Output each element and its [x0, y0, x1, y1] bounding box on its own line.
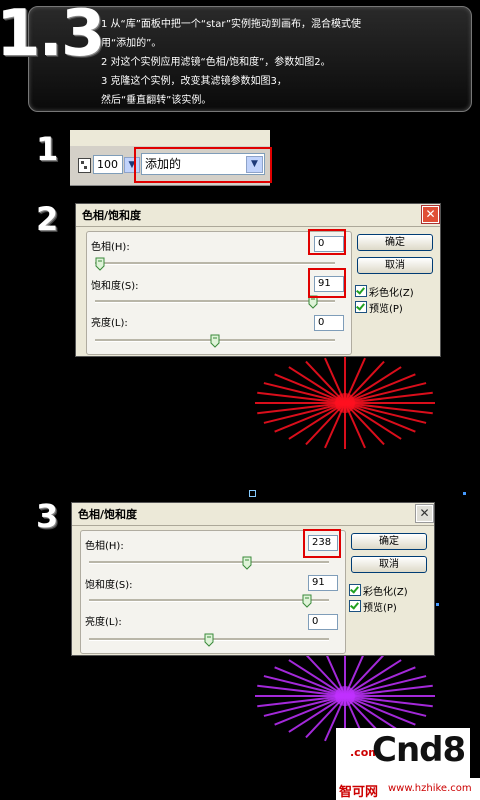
opacity-icon	[78, 158, 91, 173]
instruction-line-1: 1 从“库”面板中把一个“star”实例拖动到画布，混合模式使	[101, 19, 362, 30]
preview-label: 预览(P)	[363, 603, 397, 614]
colorize-label: 彩色化(Z)	[369, 288, 414, 299]
hue-label: 色相(H):	[85, 541, 124, 552]
hue-saturation-dialog: 色相/饱和度 ✕ 色相(H): 饱和度(S): 亮度(L): 0 91 0 确定…	[75, 203, 441, 357]
opacity-input[interactable]: 100	[93, 155, 123, 174]
lightness-label: 亮度(L):	[91, 318, 128, 329]
ok-button[interactable]: 确定	[351, 533, 427, 550]
section-number: 1.3	[0, 0, 105, 71]
hue-slider-track[interactable]	[95, 262, 335, 265]
red-star-burst	[255, 357, 435, 449]
colorize-checkbox[interactable]: 彩色化(Z)	[355, 284, 414, 299]
saturation-value-input[interactable]: 91	[308, 575, 338, 591]
hue-slider-thumb[interactable]	[242, 555, 252, 570]
preview-checkbox[interactable]: 预览(P)	[355, 300, 403, 315]
site-name: 智可网	[339, 785, 379, 800]
close-icon[interactable]: ✕	[422, 206, 439, 223]
preview-checkbox[interactable]: 预览(P)	[349, 599, 397, 614]
saturation-slider-track[interactable]	[89, 599, 329, 602]
lightness-label: 亮度(L):	[85, 617, 122, 628]
step-3-number: 3	[36, 497, 58, 535]
instruction-line-3: 2 对这个实例应用滤镜“色相/饱和度”，参数如图2。	[101, 57, 331, 68]
saturation-slider-thumb[interactable]	[302, 593, 312, 608]
cancel-button[interactable]: 取消	[351, 556, 427, 573]
preview-label: 预览(P)	[369, 304, 403, 315]
saturation-value-highlight	[308, 268, 346, 298]
colorize-label: 彩色化(Z)	[363, 587, 408, 598]
close-icon[interactable]: ✕	[416, 505, 433, 522]
dialog-title: 色相/饱和度	[78, 508, 138, 521]
blend-mode-dropdown-icon[interactable]: ▼	[246, 156, 263, 173]
colorize-checkbox[interactable]: 彩色化(Z)	[349, 583, 408, 598]
step-1-number: 1	[36, 130, 58, 168]
selection-handle	[463, 492, 466, 495]
lightness-value-input[interactable]: 0	[314, 315, 344, 331]
lightness-slider-thumb[interactable]	[210, 333, 220, 348]
cancel-button[interactable]: 取消	[357, 257, 433, 274]
dialog-title-bar: 色相/饱和度 ✕	[72, 503, 434, 526]
dialog-title: 色相/饱和度	[82, 209, 142, 222]
step-2-number: 2	[36, 200, 58, 238]
hue-slider-thumb[interactable]	[95, 256, 105, 271]
instruction-line-5: 然后“垂直翻转”该实例。	[101, 95, 212, 106]
watermark-bar: 智可网 www.hzhike.com	[336, 778, 480, 800]
site-url: www.hzhike.com	[388, 783, 472, 794]
star-core	[335, 393, 355, 413]
instruction-line-2: 用“添加的”。	[101, 38, 162, 49]
hue-label: 色相(H):	[91, 242, 130, 253]
selection-handle	[249, 490, 256, 497]
saturation-label: 饱和度(S):	[85, 580, 133, 591]
star-core	[335, 686, 355, 706]
logo-text: Cnd8	[372, 730, 466, 770]
dialog-title-bar: 色相/饱和度 ✕	[76, 204, 440, 227]
toolbar-header	[70, 130, 270, 146]
selection-handle	[436, 603, 439, 606]
saturation-slider-track[interactable]	[95, 300, 335, 303]
ok-button[interactable]: 确定	[357, 234, 433, 251]
saturation-label: 饱和度(S):	[91, 281, 139, 292]
hue-saturation-dialog-2: 色相/饱和度 ✕ 色相(H): 饱和度(S): 亮度(L): 238 91 0 …	[71, 502, 435, 656]
lightness-slider-thumb[interactable]	[204, 632, 214, 647]
instruction-line-4: 3 克隆这个实例，改变其滤镜参数如图3，	[101, 76, 287, 87]
lightness-value-input[interactable]: 0	[308, 614, 338, 630]
hue-value-highlight	[308, 229, 346, 255]
hue-slider-track[interactable]	[89, 561, 329, 564]
hue-value-highlight	[303, 529, 341, 558]
watermark-logo: .com Cnd8	[336, 728, 470, 778]
